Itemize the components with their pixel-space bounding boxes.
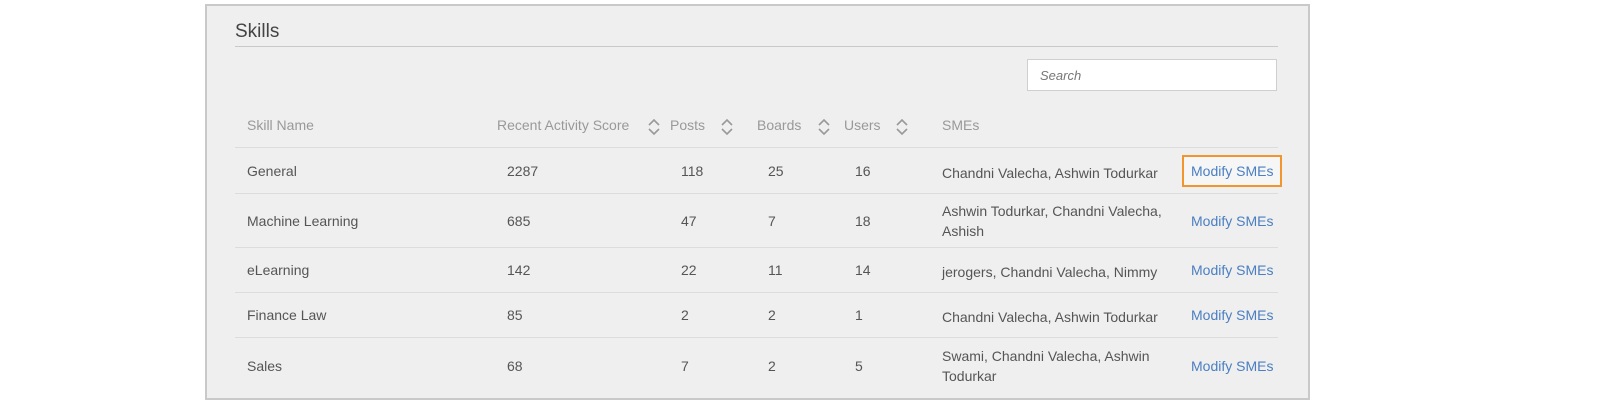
boards-cell: 2 bbox=[768, 358, 776, 374]
title-divider bbox=[235, 46, 1278, 47]
smes-cell: Chandni Valecha, Ashwin Todurkar bbox=[942, 309, 1158, 325]
skill-name-cell: Finance Law bbox=[247, 307, 327, 323]
sort-icon[interactable] bbox=[817, 117, 831, 137]
search-input[interactable] bbox=[1027, 59, 1277, 91]
header-users[interactable]: Users bbox=[844, 117, 881, 133]
header-recent-activity-score[interactable]: Recent Activity Score bbox=[497, 117, 629, 133]
table-row: Sales 68 7 2 5 Swami, Chandni Valecha, A… bbox=[235, 337, 1278, 394]
header-posts[interactable]: Posts bbox=[670, 117, 705, 133]
table-row: Finance Law 85 2 2 1 Chandni Valecha, As… bbox=[235, 292, 1278, 338]
modify-smes-link[interactable]: Modify SMEs bbox=[1191, 262, 1273, 278]
posts-cell: 118 bbox=[681, 163, 704, 179]
score-cell: 2287 bbox=[507, 163, 539, 179]
header-smes: SMEs bbox=[942, 117, 980, 133]
table-row: eLearning 142 22 11 14 jerogers, Chandni… bbox=[235, 247, 1278, 293]
posts-cell: 2 bbox=[681, 307, 689, 323]
sort-icon[interactable] bbox=[720, 117, 734, 137]
table-row: Machine Learning 685 47 7 18 Ashwin Todu… bbox=[235, 193, 1278, 248]
modify-smes-link[interactable]: Modify SMEs bbox=[1181, 155, 1283, 187]
header-skill-name: Skill Name bbox=[247, 117, 314, 133]
boards-cell: 25 bbox=[768, 163, 784, 179]
users-cell: 18 bbox=[855, 213, 871, 229]
smes-cell: Swami, Chandni Valecha, Ashwin Todurkar bbox=[942, 348, 1150, 384]
users-cell: 16 bbox=[855, 163, 871, 179]
score-cell: 68 bbox=[507, 358, 523, 374]
skills-panel: Skills Skill Name Recent Activity Score … bbox=[205, 4, 1310, 400]
smes-cell: jerogers, Chandni Valecha, Nimmy bbox=[942, 264, 1158, 280]
boards-cell: 11 bbox=[768, 262, 783, 278]
header-boards[interactable]: Boards bbox=[757, 117, 801, 133]
smes-cell: Chandni Valecha, Ashwin Todurkar bbox=[942, 165, 1158, 181]
skill-name-cell: Sales bbox=[247, 358, 283, 374]
table-row: General 2287 118 25 16 Chandni Valecha, … bbox=[235, 147, 1283, 194]
posts-cell: 7 bbox=[681, 358, 689, 374]
skill-name-cell: eLearning bbox=[247, 262, 310, 278]
users-cell: 5 bbox=[855, 358, 863, 374]
score-cell: 685 bbox=[507, 213, 531, 229]
users-cell: 1 bbox=[855, 307, 863, 323]
skill-name-cell: General bbox=[247, 163, 297, 179]
panel-title: Skills bbox=[235, 21, 280, 42]
posts-cell: 47 bbox=[681, 213, 697, 229]
users-cell: 14 bbox=[855, 262, 871, 278]
sort-icon[interactable] bbox=[647, 117, 661, 137]
boards-cell: 2 bbox=[768, 307, 776, 323]
smes-cell: Ashwin Todurkar, Chandni Valecha, Ashish bbox=[942, 203, 1162, 239]
modify-smes-link[interactable]: Modify SMEs bbox=[1191, 213, 1273, 229]
boards-cell: 7 bbox=[768, 213, 776, 229]
modify-smes-link[interactable]: Modify SMEs bbox=[1191, 358, 1273, 374]
sort-icon[interactable] bbox=[895, 117, 909, 137]
modify-smes-link[interactable]: Modify SMEs bbox=[1191, 307, 1273, 323]
skill-name-cell: Machine Learning bbox=[247, 213, 359, 229]
score-cell: 85 bbox=[507, 307, 523, 323]
posts-cell: 22 bbox=[681, 262, 697, 278]
score-cell: 142 bbox=[507, 262, 531, 278]
